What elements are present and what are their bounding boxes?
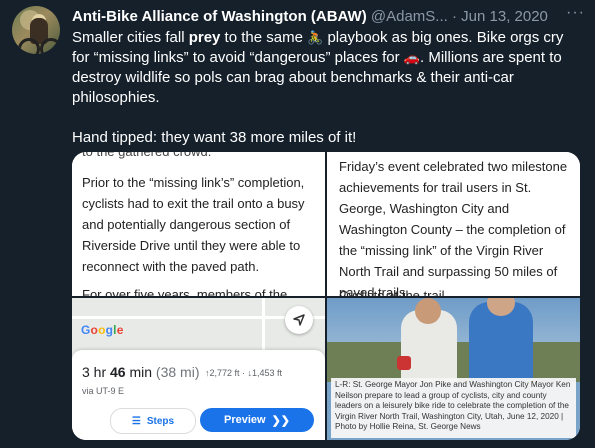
duration-unit: min <box>125 364 153 380</box>
article-cut-text: Cyclists at the trail... <box>339 288 456 296</box>
elevation-gain: ↑2,772 ft · ↓1,453 ft <box>205 368 283 378</box>
duration-minutes: 46 <box>110 364 126 380</box>
author-name[interactable]: Anti-Bike Alliance of Washington (ABAW) <box>72 8 367 25</box>
route-via: via UT-9 E <box>82 386 125 396</box>
media-article-right[interactable]: Friday’s event celebrated two milestone … <box>327 152 580 296</box>
double-chevron-right-icon: ❯❯ <box>271 414 291 427</box>
route-duration: 3 hr 46 min (38 mi) <box>82 364 200 380</box>
tweet-date[interactable]: Jun 13, 2020 <box>461 8 548 25</box>
article-paragraph: Friday’s event celebrated two milestone … <box>339 159 568 296</box>
tweet-paragraph-2: Hand tipped: they want 38 more miles of … <box>72 129 357 146</box>
tweet-text-span: to the same <box>220 29 308 46</box>
preview-button[interactable]: Preview ❯❯ <box>200 408 314 432</box>
avatar-wheel <box>40 38 60 54</box>
map-road <box>262 298 265 350</box>
tweet-bold-word: prey <box>188 29 221 46</box>
list-icon: ☰ <box>131 415 141 427</box>
media-map-screenshot[interactable]: Google 3 hr 46 min (38 mi) ↑2,772 ft · ↓… <box>72 298 325 440</box>
photo-caption: L-R: St. George Mayor Jon Pike and Washi… <box>331 378 576 438</box>
google-logo: Google <box>81 323 124 337</box>
steps-label: Steps <box>146 415 175 427</box>
tweet-text: Smaller cities fall prey to the same 🚴 p… <box>72 28 584 148</box>
media-photo[interactable]: L-R: St. George Mayor Jon Pike and Washi… <box>327 298 580 440</box>
tweet[interactable]: Anti-Bike Alliance of Washington (ABAW) … <box>0 0 595 448</box>
article-cut-text: to the gathered crowd. <box>82 152 317 162</box>
media-article-left[interactable]: to the gathered crowd. Prior to the “mis… <box>72 152 325 296</box>
google-logo-letter: G <box>81 323 91 337</box>
avatar[interactable] <box>12 6 60 54</box>
google-logo-text: Google <box>81 323 124 337</box>
route-distance: (38 mi) <box>152 364 200 380</box>
media-grid[interactable]: to the gathered crowd. Prior to the “mis… <box>72 152 580 440</box>
bicycle-emoji-icon: 🚴 <box>307 30 324 45</box>
more-horizontal-icon[interactable]: ··· <box>566 5 585 21</box>
google-logo-letter: g <box>105 323 114 337</box>
car-emoji-icon: 🚗 <box>403 50 420 65</box>
article-cut-text: For over five years, members of the <box>82 287 288 296</box>
author-handle[interactable]: @AdamS... <box>371 8 448 25</box>
google-logo-letter: o <box>98 323 106 337</box>
steps-button[interactable]: ☰ Steps <box>110 408 196 434</box>
google-logo-letter: o <box>90 323 99 337</box>
tweet-header: Anti-Bike Alliance of Washington (ABAW) … <box>72 8 584 28</box>
google-logo-letter: e <box>116 323 124 337</box>
photo-person-left-head <box>415 298 441 324</box>
article-paragraph: Prior to the “missing link’s” completion… <box>82 175 305 274</box>
tweet-text-span: Smaller cities fall <box>72 29 189 46</box>
header-separator: · <box>451 8 457 25</box>
photo-bike <box>397 356 411 370</box>
duration-hours: 3 hr <box>82 364 111 380</box>
media-divider <box>72 296 580 298</box>
tweet-paragraph: Smaller cities fall prey to the same 🚴 p… <box>72 28 584 108</box>
route-card[interactable]: 3 hr 46 min (38 mi) ↑2,772 ft · ↓1,453 f… <box>72 350 325 440</box>
preview-label: Preview <box>223 414 266 426</box>
avatar-wheel <box>18 38 40 54</box>
navigation-arrow-icon[interactable] <box>285 306 313 334</box>
